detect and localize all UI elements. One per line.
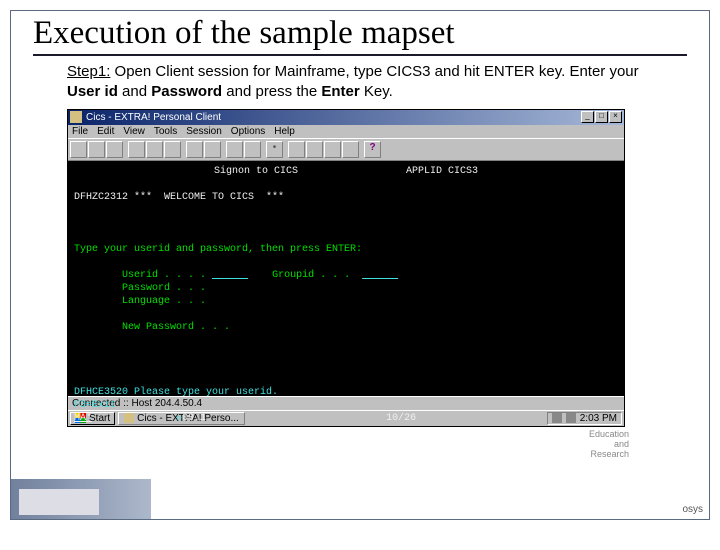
terminal-window: Cics - EXTRA! Personal Client _ □ × File… (67, 109, 625, 427)
maximize-button[interactable]: □ (595, 111, 608, 123)
instruction-text: Step1: Open Client session for Mainframe… (67, 62, 673, 103)
term-header: Signon to CICS APPLID CICS3 (74, 165, 618, 178)
menu-edit[interactable]: Edit (97, 126, 114, 137)
window-controls: _ □ × (581, 111, 622, 123)
toolbar-button[interactable] (306, 141, 323, 158)
toolbar-button[interactable] (164, 141, 181, 158)
label-language: Language . . . (122, 296, 206, 307)
term-msg: DFHCE3520 Please type your userid. (74, 387, 278, 398)
term-welcome: DFHZC2312 *** WELCOME TO CICS *** (74, 192, 284, 203)
slide-frame: Execution of the sample mapset Step1: Op… (10, 10, 710, 520)
toolbar-button[interactable] (186, 141, 203, 158)
toolbar-separator (284, 141, 287, 158)
app-icon (70, 111, 82, 123)
toolbar-button[interactable] (146, 141, 163, 158)
input-userid[interactable] (212, 270, 248, 281)
terminal-screen[interactable]: Signon to CICS APPLID CICS3 DFHZC2312 **… (68, 161, 624, 396)
window-titlebar: Cics - EXTRA! Personal Client _ □ × (68, 110, 624, 125)
label-userid: Userid . . . . (122, 270, 206, 281)
help-icon[interactable] (364, 141, 381, 158)
toolbar-button[interactable] (204, 141, 221, 158)
toolbar-button[interactable] (342, 141, 359, 158)
menu-help[interactable]: Help (274, 126, 295, 137)
label-groupid: Groupid . . . (272, 270, 350, 281)
menubar: File Edit View Tools Session Options Hel… (68, 125, 624, 138)
minimize-button[interactable]: _ (581, 111, 594, 123)
close-button[interactable]: × (609, 111, 622, 123)
toolbar-button[interactable] (106, 141, 123, 158)
toolbar-button[interactable] (324, 141, 341, 158)
logo-education: Education and Research (569, 429, 629, 459)
toolbar-button[interactable] (128, 141, 145, 158)
footer-graphic (11, 479, 151, 519)
toolbar-separator (222, 141, 225, 158)
input-groupid[interactable] (362, 270, 398, 281)
toolbar-button[interactable] (288, 141, 305, 158)
menu-options[interactable]: Options (231, 126, 265, 137)
toolbar-button[interactable] (244, 141, 261, 158)
toolbar-button[interactable] (226, 141, 243, 158)
label-newpw: New Password . . . (122, 322, 230, 333)
corner-logo: osys (682, 504, 703, 515)
toolbar-button[interactable] (266, 141, 283, 158)
toolbar-separator (182, 141, 185, 158)
step-label: Step1: (67, 63, 110, 80)
toolbar-separator (360, 141, 363, 158)
term-prompt: Type your userid and password, then pres… (74, 244, 362, 255)
window-title-text: Cics - EXTRA! Personal Client (86, 112, 221, 123)
slide-title: Execution of the sample mapset (33, 15, 687, 56)
term-f3: F3=Exit (74, 400, 116, 411)
menu-tools[interactable]: Tools (154, 126, 177, 137)
toolbar (68, 138, 624, 161)
menu-session[interactable]: Session (186, 126, 222, 137)
toolbar-separator (124, 141, 127, 158)
menu-view[interactable]: View (123, 126, 145, 137)
menu-file[interactable]: File (72, 126, 88, 137)
toolbar-button[interactable] (70, 141, 87, 158)
term-statusline: MA* ☼00.1 10/26 (74, 413, 416, 424)
toolbar-button[interactable] (88, 141, 105, 158)
label-password: Password . . . (122, 283, 206, 294)
toolbar-separator (262, 141, 265, 158)
